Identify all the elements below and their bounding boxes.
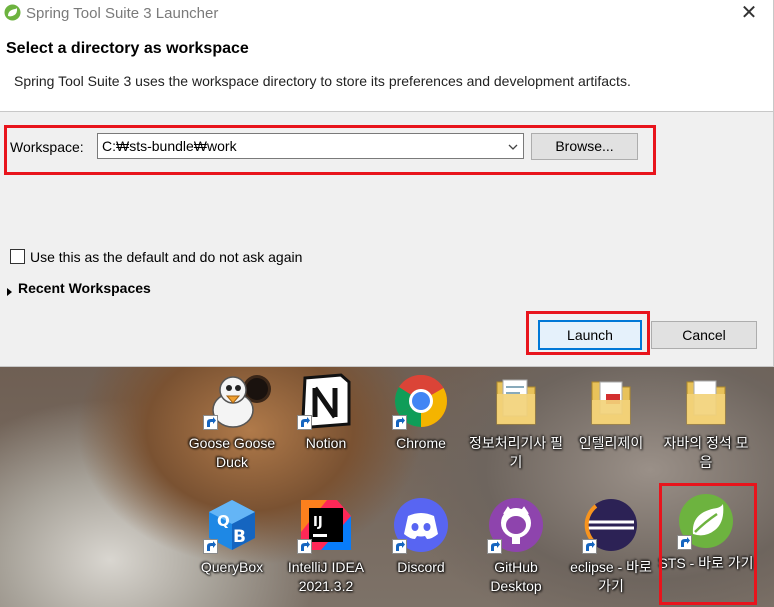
svg-text:IJ: IJ <box>313 515 323 530</box>
spring-leaf-icon <box>4 4 21 26</box>
workspace-highlight-box <box>4 125 656 175</box>
desktop-icon-goose-goose-duck[interactable]: Goose Goose Duck <box>184 372 280 472</box>
svg-text:Q: Q <box>217 512 230 530</box>
desktop-icon-label: Chrome <box>396 435 446 451</box>
desktop-icon-chrome[interactable]: Chrome <box>373 372 469 453</box>
desktop-icon-label: Discord <box>397 559 445 575</box>
desktop-icon-label: QueryBox <box>200 559 264 575</box>
desktop-icon-label: 자바의 정석 모음 <box>663 435 749 470</box>
folder-icon <box>496 379 536 425</box>
folder-icon <box>686 380 726 425</box>
shortcut-arrow-icon <box>392 539 407 554</box>
desktop-icon-label: IntelliJ IDEA 2021.3.2 <box>287 559 365 594</box>
shortcut-arrow-icon <box>297 415 312 430</box>
cancel-button[interactable]: Cancel <box>651 321 757 349</box>
desktop-icon-label: GitHub Desktop <box>490 559 542 594</box>
desktop-icon-github-desktop[interactable]: GitHub Desktop <box>468 496 564 596</box>
close-icon[interactable]: ✕ <box>737 2 761 24</box>
title-bar[interactable]: Spring Tool Suite 3 Launcher ✕ <box>0 0 773 28</box>
dialog-description: Spring Tool Suite 3 uses the workspace d… <box>14 73 631 89</box>
dialog-header: Select a directory as workspace Spring T… <box>0 28 773 112</box>
desktop-icon-label: eclipse - 바로 가기 <box>570 559 652 594</box>
shortcut-arrow-icon <box>487 539 502 554</box>
desktop-icon-folder-intellij[interactable]: 인텔리제이 <box>563 372 659 453</box>
desktop-icon-discord[interactable]: Discord <box>373 496 469 577</box>
desktop-icon-folder-info-processing[interactable]: 정보처리기사 필기 <box>468 372 564 472</box>
triangle-right-icon[interactable] <box>6 284 13 302</box>
desktop-icon-label: 인텔리제이 <box>578 435 644 451</box>
sts-highlight-box <box>659 483 757 605</box>
desktop-icon-eclipse[interactable]: eclipse - 바로 가기 <box>563 496 659 596</box>
desktop-icon-label: 정보처리기사 필기 <box>468 435 564 470</box>
dialog-heading: Select a directory as workspace <box>6 40 249 57</box>
svg-text:B: B <box>233 527 246 547</box>
shortcut-arrow-icon <box>582 539 597 554</box>
desktop-icon-querybox[interactable]: Q B QueryBox <box>184 496 280 577</box>
shortcut-arrow-icon <box>297 539 312 554</box>
recent-workspaces-label[interactable]: Recent Workspaces <box>18 280 151 296</box>
desktop-icon-notion[interactable]: Notion <box>278 372 374 453</box>
shortcut-arrow-icon <box>203 415 218 430</box>
launcher-dialog: Spring Tool Suite 3 Launcher ✕ Select a … <box>0 0 774 367</box>
folder-pdf-icon <box>591 381 631 425</box>
desktop-icon-label: Notion <box>305 435 347 451</box>
default-checkbox[interactable] <box>10 249 25 264</box>
desktop-icon-intellij-idea[interactable]: IJ IntelliJ IDEA 2021.3.2 <box>278 496 374 596</box>
shortcut-arrow-icon <box>392 415 407 430</box>
launch-highlight-box <box>526 311 650 355</box>
shortcut-arrow-icon <box>203 539 218 554</box>
default-checkbox-label[interactable]: Use this as the default and do not ask a… <box>30 249 302 265</box>
desktop-icon-folder-java[interactable]: 자바의 정석 모음 <box>658 372 754 472</box>
desktop-icon-label: Goose Goose Duck <box>188 435 276 470</box>
window-title: Spring Tool Suite 3 Launcher <box>26 5 219 22</box>
